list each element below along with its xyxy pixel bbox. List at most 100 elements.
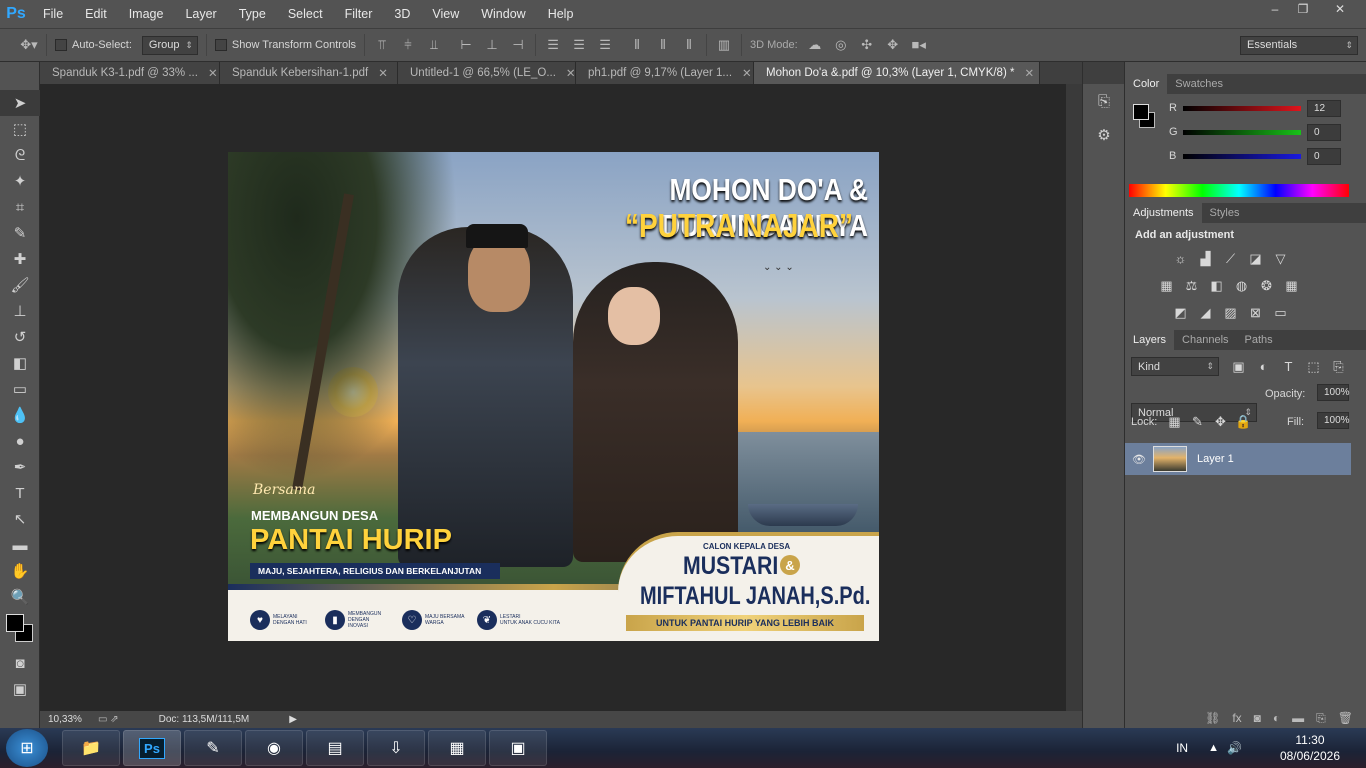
- magic-wand-tool-icon[interactable]: ✦: [0, 168, 40, 194]
- tab-swatches[interactable]: Swatches: [1167, 74, 1231, 94]
- coreldraw-taskbar-icon[interactable]: ✎: [184, 730, 242, 766]
- delete-layer-icon[interactable]: 🗑: [1338, 711, 1353, 725]
- workspace-dropdown[interactable]: Essentials: [1240, 35, 1358, 55]
- distribute-bottom-icon[interactable]: ☰: [596, 36, 614, 54]
- document-canvas[interactable]: MOHON DO'A & DUKUNGANNYA “PUTRA NAJAR” ⌄…: [228, 152, 879, 641]
- tab-doc-1[interactable]: Spanduk K3-1.pdf @ 33% ... ✕: [40, 62, 220, 84]
- dodge-tool-icon[interactable]: ●: [0, 428, 40, 454]
- color-lookup-icon[interactable]: ▦: [1282, 276, 1301, 295]
- align-bottom-icon[interactable]: ⫫: [425, 36, 443, 54]
- distribute-hcenter-icon[interactable]: ⦀: [654, 36, 672, 54]
- new-adjustment-icon[interactable]: ◐: [1273, 711, 1280, 725]
- tab-doc-4[interactable]: ph1.pdf @ 9,17% (Layer 1... ✕: [576, 62, 754, 84]
- distribute-vcenter-icon[interactable]: ☰: [570, 36, 588, 54]
- color-fg-swatch[interactable]: [1133, 104, 1149, 120]
- quick-mask-icon[interactable]: ◙: [0, 650, 40, 676]
- rectangle-tool-icon[interactable]: ▬: [0, 532, 40, 558]
- path-selection-tool-icon[interactable]: ↖: [0, 506, 40, 532]
- tab-paths[interactable]: Paths: [1237, 330, 1281, 350]
- language-indicator[interactable]: IN: [1176, 741, 1188, 755]
- lock-all-icon[interactable]: 🔒: [1234, 412, 1253, 431]
- eraser-tool-icon[interactable]: ◧: [0, 350, 40, 376]
- menu-file[interactable]: File: [32, 0, 74, 28]
- tab-layers[interactable]: Layers: [1125, 330, 1175, 350]
- align-top-icon[interactable]: ⫪: [373, 36, 391, 54]
- invert-icon[interactable]: ◩: [1171, 303, 1190, 322]
- fill-value[interactable]: 100%: [1317, 412, 1350, 429]
- marquee-tool-icon[interactable]: ⬚: [0, 116, 40, 142]
- levels-icon[interactable]: ▟: [1196, 249, 1215, 268]
- clock[interactable]: 11:30 08/06/2026: [1280, 732, 1340, 764]
- green-slider[interactable]: [1183, 129, 1301, 135]
- menu-image[interactable]: Image: [118, 0, 175, 28]
- clone-stamp-tool-icon[interactable]: ⊥: [0, 298, 40, 324]
- lock-image-icon[interactable]: ✎: [1188, 412, 1207, 431]
- fx-icon[interactable]: fx: [1232, 711, 1241, 725]
- align-left-icon[interactable]: ⊢: [457, 36, 475, 54]
- healing-brush-tool-icon[interactable]: ✚: [0, 246, 40, 272]
- gradient-tool-icon[interactable]: ▭: [0, 376, 40, 402]
- close-tab-icon[interactable]: ✕: [1024, 66, 1034, 80]
- menu-select[interactable]: Select: [277, 0, 334, 28]
- distribute-left-icon[interactable]: ⦀: [628, 36, 646, 54]
- selective-color-icon[interactable]: ⊠: [1246, 303, 1265, 322]
- menu-edit[interactable]: Edit: [74, 0, 118, 28]
- start-button-icon[interactable]: ⊞: [6, 729, 48, 767]
- task-manager-taskbar-icon[interactable]: ▣: [489, 730, 547, 766]
- layer-name[interactable]: Layer 1: [1197, 453, 1234, 465]
- tab-doc-2[interactable]: Spanduk Kebersihan-1.pdf ✕: [220, 62, 398, 84]
- align-vcenter-icon[interactable]: ⫩: [399, 36, 417, 54]
- auto-align-icon[interactable]: ▥: [715, 36, 733, 54]
- move-tool-preset-icon[interactable]: ✥▾: [20, 36, 38, 54]
- menu-layer[interactable]: Layer: [174, 0, 227, 28]
- menu-view[interactable]: View: [421, 0, 470, 28]
- blur-tool-icon[interactable]: 💧: [0, 402, 40, 428]
- opacity-value[interactable]: 100%: [1317, 384, 1350, 401]
- align-hcenter-icon[interactable]: ⊥: [483, 36, 501, 54]
- new-layer-icon[interactable]: ⎘: [1316, 711, 1326, 726]
- close-tab-icon[interactable]: ✕: [566, 66, 576, 80]
- 3d-scale-icon[interactable]: ■◂: [910, 36, 928, 54]
- volume-icon[interactable]: 🔊: [1227, 741, 1242, 755]
- link-layers-icon[interactable]: ⛓: [1205, 711, 1220, 725]
- curves-icon[interactable]: ⟋: [1221, 249, 1240, 268]
- auto-select-dropdown[interactable]: Group: [141, 35, 198, 55]
- visibility-eye-icon[interactable]: 👁: [1125, 453, 1153, 466]
- menu-help[interactable]: Help: [537, 0, 585, 28]
- restore-button[interactable]: ❐: [1286, 0, 1320, 18]
- blue-value[interactable]: 0: [1307, 147, 1341, 165]
- screen-mode-icon[interactable]: ▣: [0, 676, 40, 702]
- pdf-reader-taskbar-icon[interactable]: ▤: [306, 730, 364, 766]
- zoom-tool-icon[interactable]: 🔍: [0, 584, 40, 610]
- green-value[interactable]: 0: [1307, 123, 1341, 141]
- brightness-icon[interactable]: ☼: [1171, 249, 1190, 268]
- status-menu-arrow-icon[interactable]: ▶: [289, 714, 297, 725]
- exposure-icon[interactable]: ◪: [1246, 249, 1265, 268]
- 3d-slide-icon[interactable]: ✥: [884, 36, 902, 54]
- close-button[interactable]: ✕: [1318, 0, 1362, 18]
- black-white-icon[interactable]: ◧: [1207, 276, 1226, 295]
- zoom-level[interactable]: 10,33%: [48, 714, 94, 725]
- red-slider[interactable]: [1183, 105, 1301, 111]
- tab-color[interactable]: Color: [1125, 74, 1168, 94]
- 3d-orbit-icon[interactable]: ☁: [806, 36, 824, 54]
- smart-object-filter-icon[interactable]: ⎘: [1329, 357, 1348, 376]
- distribute-right-icon[interactable]: ⦀: [680, 36, 698, 54]
- layer-row[interactable]: 👁 Layer 1: [1125, 443, 1351, 475]
- file-explorer-icon[interactable]: 📁: [62, 730, 120, 766]
- tab-doc-5-active[interactable]: Mohon Do'a &.pdf @ 10,3% (Layer 1, CMYK/…: [754, 62, 1040, 84]
- move-tool-icon[interactable]: ➤: [0, 90, 40, 116]
- menu-3d[interactable]: 3D: [383, 0, 421, 28]
- tab-doc-3[interactable]: Untitled-1 @ 66,5% (LE_O... ✕: [398, 62, 576, 84]
- menu-window[interactable]: Window: [470, 0, 536, 28]
- type-filter-icon[interactable]: T: [1279, 357, 1298, 376]
- history-panel-icon[interactable]: ⎘: [1083, 88, 1125, 114]
- 3d-pan-icon[interactable]: ✣: [858, 36, 876, 54]
- hand-tool-icon[interactable]: ✋: [0, 558, 40, 584]
- new-group-icon[interactable]: ▬: [1292, 711, 1304, 725]
- align-right-icon[interactable]: ⊣: [509, 36, 527, 54]
- properties-panel-icon[interactable]: ⚙: [1083, 122, 1125, 148]
- pen-tool-icon[interactable]: ✒: [0, 454, 40, 480]
- type-tool-icon[interactable]: T: [0, 480, 40, 506]
- close-tab-icon[interactable]: ✕: [208, 66, 218, 80]
